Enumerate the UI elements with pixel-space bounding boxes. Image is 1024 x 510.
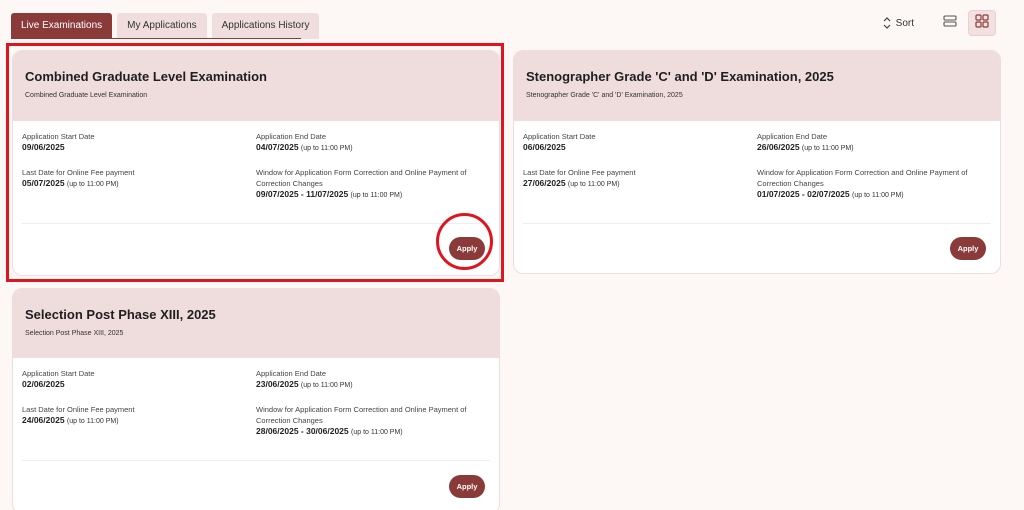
tab-my-applications[interactable]: My Applications bbox=[117, 13, 207, 39]
fee-date-value: 24/06/2025 bbox=[22, 415, 65, 425]
end-date-value: 23/06/2025 bbox=[256, 379, 299, 389]
correction-window-value: 01/07/2025 - 02/07/2025 bbox=[757, 189, 850, 199]
grid-view-icon bbox=[975, 13, 989, 33]
sort-button[interactable]: Sort bbox=[883, 17, 914, 29]
correction-window-label: Window for Application Form Correction a… bbox=[757, 168, 968, 188]
start-date-label: Application Start Date bbox=[523, 132, 596, 141]
start-date-value: 02/06/2025 bbox=[22, 379, 65, 389]
card-subtitle: Stenographer Grade 'C' and 'D' Examinati… bbox=[526, 92, 683, 99]
card-title: Stenographer Grade 'C' and 'D' Examinati… bbox=[526, 69, 834, 84]
highlight-box bbox=[6, 43, 504, 282]
exam-card-stenographer: Stenographer Grade 'C' and 'D' Examinati… bbox=[513, 50, 1001, 274]
toolbar: Sort bbox=[883, 10, 996, 36]
fee-date-label: Last Date for Online Fee payment bbox=[523, 168, 636, 177]
correction-window-note: (up to 11:00 PM) bbox=[351, 429, 403, 436]
end-date-label: Application End Date bbox=[256, 369, 327, 378]
card-body: Application Start Date 02/06/2025 Applic… bbox=[13, 358, 499, 460]
fee-date-value: 27/06/2025 bbox=[523, 178, 566, 188]
card-header: Selection Post Phase XIII, 2025 Selectio… bbox=[13, 289, 499, 358]
tab-underline bbox=[11, 38, 301, 39]
tab-live-examinations[interactable]: Live Examinations bbox=[11, 13, 113, 39]
list-view-button[interactable] bbox=[936, 10, 964, 36]
card-subtitle: Selection Post Phase XIII, 2025 bbox=[25, 330, 124, 337]
fee-date-note: (up to 11:00 PM) bbox=[567, 181, 620, 188]
highlight-circle bbox=[436, 213, 493, 270]
correction-window-note: (up to 11:00 PM) bbox=[852, 192, 904, 199]
grid-view-button[interactable] bbox=[968, 10, 996, 36]
card-header: Stenographer Grade 'C' and 'D' Examinati… bbox=[514, 51, 1000, 121]
list-view-icon bbox=[943, 14, 957, 32]
end-date-note: (up to 11:00 PM) bbox=[801, 145, 854, 152]
card-divider bbox=[22, 460, 490, 461]
exam-card-selection-post: Selection Post Phase XIII, 2025 Selectio… bbox=[12, 288, 500, 510]
fee-date-label: Last Date for Online Fee payment bbox=[22, 405, 135, 414]
start-date-label: Application Start Date bbox=[22, 369, 95, 378]
card-body: Application Start Date 06/06/2025 Applic… bbox=[514, 121, 1000, 223]
fee-date-note: (up to 11:00 PM) bbox=[66, 418, 119, 425]
correction-window-label: Window for Application Form Correction a… bbox=[256, 405, 467, 425]
card-title: Selection Post Phase XIII, 2025 bbox=[25, 307, 216, 322]
start-date-value: 06/06/2025 bbox=[523, 142, 566, 152]
apply-button[interactable]: Apply bbox=[449, 475, 485, 498]
card-divider bbox=[523, 223, 991, 224]
sort-label: Sort bbox=[895, 17, 914, 29]
tab-applications-history[interactable]: Applications History bbox=[211, 13, 320, 39]
tab-bar: Live Examinations My Applications Applic… bbox=[11, 13, 320, 39]
end-date-note: (up to 11:00 PM) bbox=[300, 382, 353, 389]
correction-window-value: 28/06/2025 - 30/06/2025 bbox=[256, 426, 349, 436]
sort-icon bbox=[883, 17, 891, 29]
apply-button[interactable]: Apply bbox=[950, 237, 986, 260]
end-date-value: 26/06/2025 bbox=[757, 142, 800, 152]
end-date-label: Application End Date bbox=[757, 132, 828, 141]
